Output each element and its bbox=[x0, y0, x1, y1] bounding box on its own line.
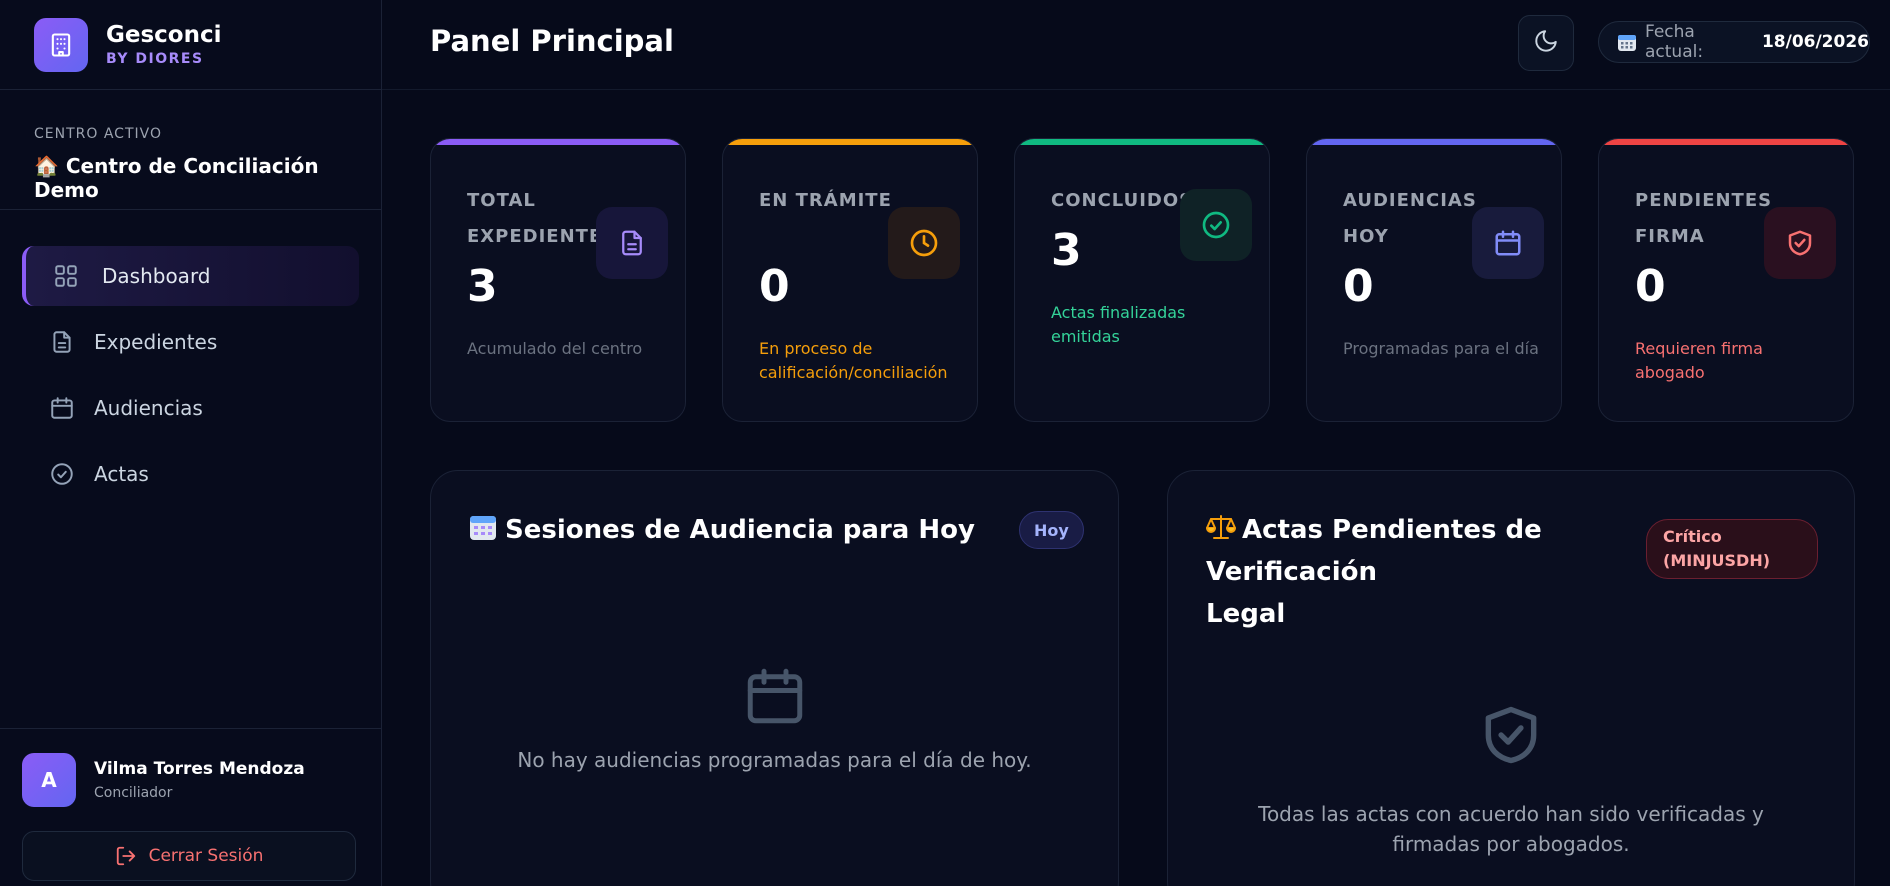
actas-empty-text: Todas las actas con acuerdo han sido ver… bbox=[1258, 802, 1764, 856]
sessions-panel-title-text: Sesiones de Audiencia para Hoy bbox=[505, 515, 975, 545]
calendar-icon bbox=[1617, 32, 1637, 52]
sidebar-item-label: Expedientes bbox=[94, 330, 218, 354]
stat-value: 3 bbox=[1051, 225, 1082, 276]
sidebar-item-label: Audiencias bbox=[94, 396, 203, 420]
actas-panel-title: Actas Pendientes de Verificación Legal bbox=[1206, 509, 1666, 635]
stat-label: AUDIENCIAS HOY bbox=[1343, 190, 1477, 247]
calendar-emoji-icon bbox=[469, 512, 499, 540]
sessions-empty-text: No hay audiencias programadas para el dí… bbox=[517, 748, 1032, 772]
stat-description: Actas finalizadas emitidas bbox=[1051, 303, 1186, 346]
user-name: Vilma Torres Mendoza bbox=[94, 759, 305, 779]
sessions-empty-state: No hay audiencias programadas para el dí… bbox=[431, 663, 1118, 775]
stat-description: Programadas para el día bbox=[1343, 339, 1539, 358]
sidebar-item-label: Actas bbox=[94, 462, 149, 486]
critical-badge-line2: (MINJUSDH) bbox=[1663, 551, 1771, 570]
document-icon bbox=[596, 207, 668, 279]
stat-card-accent bbox=[1307, 139, 1561, 145]
critical-badge-line1: Crítico bbox=[1663, 527, 1722, 546]
page-title: Panel Principal bbox=[430, 24, 674, 58]
user-profile[interactable]: A Vilma Torres Mendoza Conciliador bbox=[0, 729, 381, 807]
topbar: Panel Principal Fecha actual: 18/06/2026 bbox=[382, 0, 1890, 90]
current-date-label: Fecha actual: bbox=[1645, 22, 1704, 62]
stat-label: EN TRÁMITE bbox=[759, 190, 892, 211]
brand-subtitle: BY DIORES bbox=[106, 51, 204, 67]
current-date-value: 18/06/2026 bbox=[1761, 32, 1869, 52]
brand-name: Gesconci bbox=[106, 22, 222, 48]
today-badge: Hoy bbox=[1019, 511, 1084, 549]
sidebar-item-dashboard[interactable]: Dashboard bbox=[22, 246, 359, 306]
sidebar-item-audiencias[interactable]: Audiencias bbox=[22, 378, 359, 438]
stat-value: 3 bbox=[467, 261, 498, 312]
building-icon bbox=[34, 17, 88, 72]
actas-empty-state: Todas las actas con acuerdo han sido ver… bbox=[1168, 701, 1854, 859]
actas-panel: Actas Pendientes de Verificación Legal Cr… bbox=[1167, 470, 1855, 886]
stat-card-pendientes-firma[interactable]: PENDIENTES FIRMA 0 Requieren firma aboga… bbox=[1598, 138, 1854, 422]
calendar-icon bbox=[1472, 207, 1544, 279]
stat-value: 0 bbox=[1343, 261, 1374, 312]
shield-check-icon bbox=[1168, 701, 1854, 773]
stat-card-accent bbox=[431, 139, 685, 145]
actas-panel-title-line1: Actas Pendientes de Verificación bbox=[1206, 515, 1542, 587]
active-center: CENTRO ACTIVO 🏠 Centro de Conciliación D… bbox=[0, 90, 381, 210]
stat-label: PENDIENTES FIRMA bbox=[1635, 190, 1773, 247]
sidebar-item-label: Dashboard bbox=[102, 264, 211, 288]
avatar: A bbox=[22, 753, 76, 807]
stat-label: TOTAL EXPEDIENTES bbox=[467, 190, 617, 247]
sessions-panel: Sesiones de Audiencia para Hoy Hoy No ha… bbox=[430, 470, 1119, 886]
critical-badge: Crítico (MINJUSDH) bbox=[1646, 519, 1818, 579]
stat-card-en-tramite[interactable]: EN TRÁMITE 0 En proceso de calificación/… bbox=[722, 138, 978, 422]
stat-card-concluidos[interactable]: CONCLUIDOS 3 Actas finalizadas emitidas bbox=[1014, 138, 1270, 422]
stat-description: Requieren firma abogado bbox=[1635, 339, 1763, 382]
document-icon bbox=[48, 328, 76, 356]
sidebar-nav: Dashboard Expedientes Audiencias Actas bbox=[0, 210, 381, 504]
clock-icon bbox=[888, 207, 960, 279]
calendar-icon bbox=[431, 663, 1118, 733]
active-center-label: CENTRO ACTIVO bbox=[34, 126, 162, 142]
logout-button[interactable]: Cerrar Sesión bbox=[22, 831, 356, 881]
sidebar-item-actas[interactable]: Actas bbox=[22, 444, 359, 504]
moon-icon bbox=[1533, 28, 1559, 58]
sidebar-item-expedientes[interactable]: Expedientes bbox=[22, 312, 359, 372]
logout-label: Cerrar Sesión bbox=[148, 846, 264, 866]
scales-emoji-icon bbox=[1206, 512, 1236, 540]
sessions-panel-title: Sesiones de Audiencia para Hoy bbox=[469, 509, 975, 551]
calendar-icon bbox=[48, 394, 76, 422]
user-area: A Vilma Torres Mendoza Conciliador Cerra… bbox=[0, 728, 381, 886]
theme-toggle-button[interactable] bbox=[1518, 15, 1574, 71]
stat-value: 0 bbox=[759, 261, 790, 312]
active-center-name: 🏠 Centro de Conciliación Demo bbox=[34, 154, 319, 202]
actas-panel-title-line2: Legal bbox=[1206, 599, 1286, 629]
stat-value: 0 bbox=[1635, 261, 1666, 312]
stat-card-total-expedientes[interactable]: TOTAL EXPEDIENTES 3 Acumulado del centro bbox=[430, 138, 686, 422]
logout-icon bbox=[115, 845, 137, 867]
current-date: Fecha actual: 18/06/2026 bbox=[1598, 21, 1870, 63]
dashboard-grid-icon bbox=[52, 262, 80, 290]
shield-check-icon bbox=[1764, 207, 1836, 279]
brand[interactable]: Gesconci BY DIORES bbox=[0, 0, 381, 90]
stat-description: En proceso de calificación/conciliación bbox=[759, 339, 948, 382]
sidebar: Gesconci BY DIORES CENTRO ACTIVO 🏠 Centr… bbox=[0, 0, 382, 886]
stat-card-accent bbox=[1599, 139, 1853, 145]
stat-description: Acumulado del centro bbox=[467, 339, 643, 358]
stat-card-audiencias-hoy[interactable]: AUDIENCIAS HOY 0 Programadas para el día bbox=[1306, 138, 1562, 422]
stat-card-accent bbox=[723, 139, 977, 145]
check-circle-icon bbox=[48, 460, 76, 488]
stat-card-accent bbox=[1015, 139, 1269, 145]
check-circle-icon bbox=[1180, 189, 1252, 261]
user-role: Conciliador bbox=[94, 785, 173, 801]
